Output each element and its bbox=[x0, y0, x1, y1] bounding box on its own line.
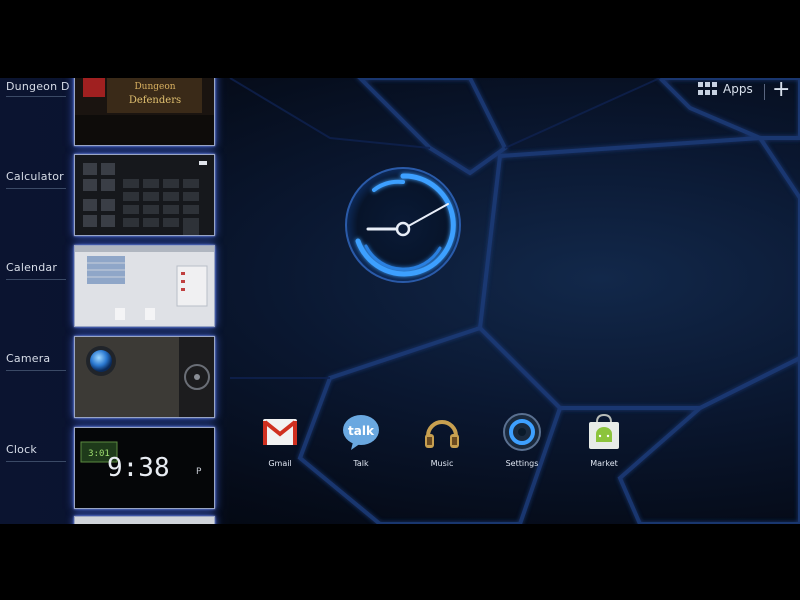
market-icon bbox=[589, 413, 619, 449]
clock-widget[interactable] bbox=[344, 166, 462, 284]
recent-item-label: Clock bbox=[6, 443, 37, 456]
home-screen: Dungeon D Dungeon Defenders Calculator C… bbox=[0, 78, 800, 524]
thumbnail-calculator[interactable] bbox=[74, 154, 215, 236]
dungeon-thumbnail-art: Dungeon Defenders bbox=[75, 78, 214, 145]
settings-shortcut[interactable]: Settings bbox=[492, 412, 552, 468]
music-icon bbox=[425, 420, 459, 448]
talk-icon: talk bbox=[343, 415, 379, 450]
clock-thumb-time: 9:38 bbox=[107, 453, 170, 483]
thumbnail-dungeon[interactable]: Dungeon Defenders bbox=[74, 78, 215, 146]
add-icon[interactable]: + bbox=[772, 78, 790, 102]
gmail-icon bbox=[263, 419, 297, 445]
clock-center bbox=[395, 221, 411, 237]
recent-item-label: Calendar bbox=[6, 261, 58, 274]
clock-thumb-suffix: P bbox=[196, 467, 202, 477]
divider bbox=[6, 370, 66, 371]
divider bbox=[6, 96, 66, 97]
dock-label: Music bbox=[430, 459, 454, 468]
market-shortcut[interactable]: Market bbox=[574, 412, 634, 468]
dock-label: Gmail bbox=[268, 459, 292, 468]
apps-button[interactable]: Apps bbox=[698, 82, 753, 96]
recent-item-label: Calculator bbox=[6, 170, 64, 183]
dock-label: Market bbox=[590, 459, 618, 468]
settings-icon bbox=[503, 413, 541, 451]
clock-thumbnail-art: 3:01 9:38 P bbox=[75, 428, 214, 508]
talk-icon-text: talk bbox=[348, 424, 375, 438]
gmail-shortcut[interactable]: Gmail bbox=[250, 412, 310, 468]
recent-item-label: Camera bbox=[6, 352, 51, 365]
divider bbox=[764, 84, 765, 100]
talk-shortcut[interactable]: talk Talk bbox=[331, 412, 391, 468]
thumbnail-clock[interactable]: 3:01 9:38 P bbox=[74, 427, 215, 509]
thumbnail-calendar[interactable] bbox=[74, 245, 215, 327]
thumbnail-camera[interactable] bbox=[74, 336, 215, 418]
apps-label: Apps bbox=[723, 82, 753, 96]
divider bbox=[6, 279, 66, 280]
divider bbox=[6, 188, 66, 189]
recent-apps-panel: Dungeon D Dungeon Defenders Calculator C… bbox=[0, 78, 230, 524]
dungeon-title-1: Dungeon bbox=[134, 82, 175, 92]
dock-label: Talk bbox=[353, 459, 369, 468]
apps-grid-icon bbox=[698, 82, 718, 96]
music-shortcut[interactable]: Music bbox=[412, 412, 472, 468]
dungeon-title-2: Defenders bbox=[129, 95, 181, 106]
calendar-thumbnail-art bbox=[75, 246, 214, 326]
divider bbox=[6, 461, 66, 462]
calculator-thumbnail-art bbox=[75, 155, 214, 235]
dock-label: Settings bbox=[505, 459, 539, 468]
thumbnail-next[interactable] bbox=[74, 516, 215, 524]
recent-item-label: Dungeon D bbox=[6, 80, 70, 93]
camera-thumbnail-art bbox=[75, 337, 214, 417]
